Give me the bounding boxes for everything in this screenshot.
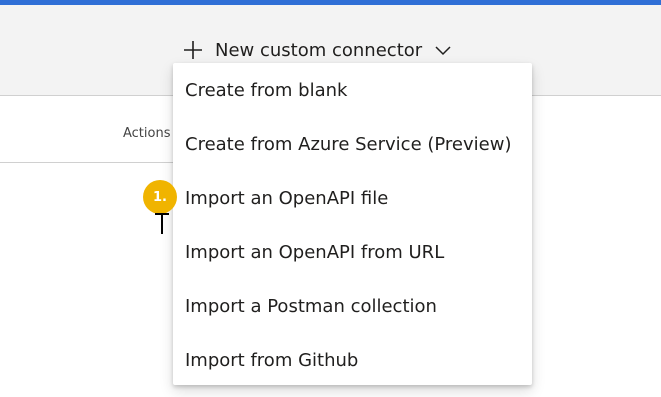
text-cursor-icon [151, 212, 173, 236]
menu-item-create-from-blank[interactable]: Create from blank [173, 63, 532, 117]
menu-item-import-openapi-url[interactable]: Import an OpenAPI from URL [173, 225, 532, 279]
menu-item-create-from-azure-service[interactable]: Create from Azure Service (Preview) [173, 117, 532, 171]
menu-item-import-openapi-file[interactable]: Import an OpenAPI file [173, 171, 532, 225]
table-divider [0, 162, 175, 163]
new-connector-dropdown-menu: Create from blank Create from Azure Serv… [173, 63, 532, 385]
menu-item-import-postman-collection[interactable]: Import a Postman collection [173, 279, 532, 333]
new-custom-connector-button[interactable]: New custom connector [182, 36, 452, 64]
plus-icon [182, 39, 204, 61]
step-badge: 1. [143, 180, 177, 214]
menu-item-import-from-github[interactable]: Import from Github [173, 333, 532, 387]
actions-column-header: Actions [123, 126, 171, 141]
new-custom-connector-label: New custom connector [215, 39, 423, 61]
chevron-down-icon [434, 41, 452, 59]
